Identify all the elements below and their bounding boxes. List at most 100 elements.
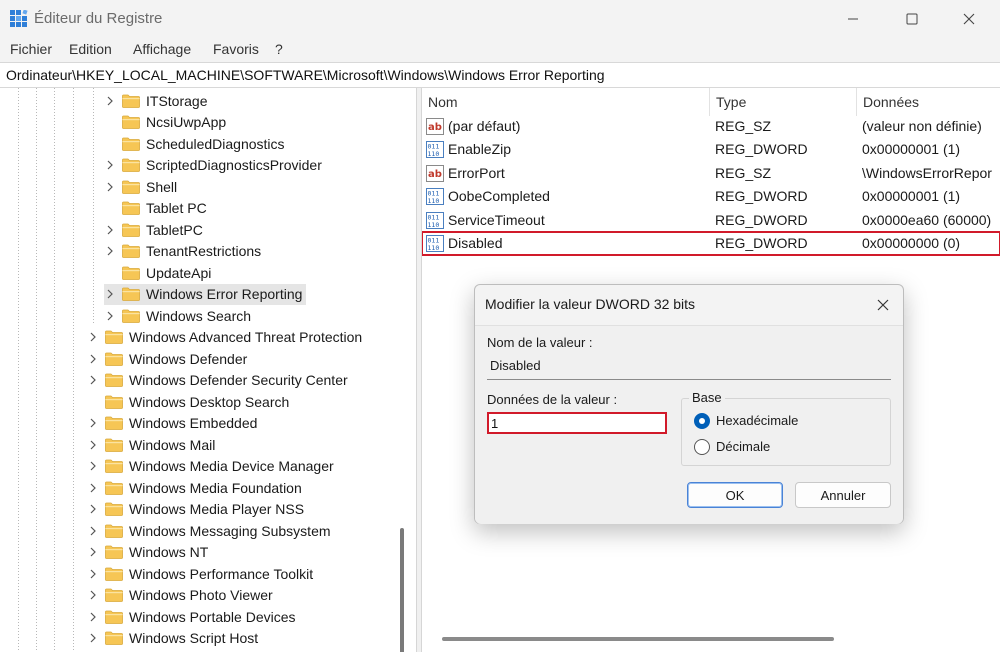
maximize-button[interactable] xyxy=(889,0,935,38)
value-row[interactable]: 011 110 EnableZip REG_DWORD 0x00000001 (1) xyxy=(422,138,1000,161)
tree-item[interactable]: Shell xyxy=(104,176,177,197)
chevron-right-icon[interactable] xyxy=(87,589,99,601)
chevron-right-icon[interactable] xyxy=(87,439,99,451)
tree-scrollbar[interactable] xyxy=(400,528,404,652)
menu-affichage[interactable]: Affichage xyxy=(133,41,191,57)
address-path[interactable]: Ordinateur\HKEY_LOCAL_MACHINE\SOFTWARE\M… xyxy=(6,67,605,83)
folder-icon xyxy=(122,94,140,108)
folder-icon xyxy=(122,137,140,151)
menu-favoris[interactable]: Favoris xyxy=(213,41,259,57)
chevron-right-icon[interactable] xyxy=(104,95,116,107)
tree-item[interactable]: Windows Mail xyxy=(87,434,215,455)
menu-help[interactable]: ? xyxy=(275,41,283,57)
menu-fichier[interactable]: Fichier xyxy=(10,41,52,57)
address-bar[interactable]: Ordinateur\HKEY_LOCAL_MACHINE\SOFTWARE\M… xyxy=(0,62,1000,88)
chevron-right-icon[interactable] xyxy=(104,288,116,300)
tree-item[interactable]: ITStorage xyxy=(104,90,207,111)
folder-icon xyxy=(122,158,140,172)
chevron-right-icon[interactable] xyxy=(104,159,116,171)
tree-item[interactable]: Windows Embedded xyxy=(87,413,257,434)
chevron-right-icon[interactable] xyxy=(87,568,99,580)
tree-item-label: Windows Photo Viewer xyxy=(129,587,273,603)
column-header-data[interactable]: Données xyxy=(857,88,1000,116)
value-row[interactable]: 011 110 OobeCompleted REG_DWORD 0x00000001 (… xyxy=(422,185,1000,208)
tree-item[interactable]: Windows NT xyxy=(87,542,208,563)
value-row[interactable]: ab ErrorPort REG_SZ \WindowsErrorRepor xyxy=(422,162,1000,185)
chevron-right-icon[interactable] xyxy=(87,482,99,494)
tree-item[interactable]: Windows Script Host xyxy=(87,628,258,649)
radio-decimal-label[interactable]: Décimale xyxy=(716,439,770,454)
chevron-right-icon[interactable] xyxy=(87,353,99,365)
value-row[interactable]: 011 110 ServiceTimeout REG_DWORD 0x0000ea60 … xyxy=(422,209,1000,232)
value-name: OobeCompleted xyxy=(448,188,550,205)
tree-item[interactable]: Windows Search xyxy=(104,305,251,326)
tree-pane[interactable]: ITStorage NcsiUwpApp ScheduledDiagnostics S… xyxy=(0,88,416,652)
dialog-close-button[interactable] xyxy=(873,295,893,315)
folder-icon xyxy=(105,416,123,430)
tree-item[interactable]: Windows Photo Viewer xyxy=(87,585,273,606)
tree-item[interactable]: TenantRestrictions xyxy=(104,241,261,262)
tree-item-label: Windows Desktop Search xyxy=(129,393,290,410)
tree-item[interactable]: Windows Media Player NSS xyxy=(87,499,304,520)
minimize-button[interactable] xyxy=(830,0,876,38)
tree-item[interactable]: Windows Defender xyxy=(87,348,247,369)
tree-item[interactable]: Windows Advanced Threat Protection xyxy=(87,327,362,348)
ok-button[interactable]: OK xyxy=(687,482,783,508)
chevron-right-icon[interactable] xyxy=(87,632,99,644)
close-icon xyxy=(963,13,975,25)
tree-item[interactable]: ScheduledDiagnostics xyxy=(104,133,285,154)
tree-item[interactable]: Windows Media Device Manager xyxy=(87,456,334,477)
chevron-right-icon[interactable] xyxy=(87,611,99,623)
chevron-right-icon[interactable] xyxy=(87,417,99,429)
chevron-right-icon[interactable] xyxy=(87,546,99,558)
radio-hexadecimal[interactable] xyxy=(694,413,710,429)
chevron-right-icon[interactable] xyxy=(87,331,99,343)
value-name: (par défaut) xyxy=(448,118,521,134)
tree-item-label: ScriptedDiagnosticsProvider xyxy=(146,157,322,173)
tree-item[interactable]: Windows Messaging Subsystem xyxy=(87,520,331,541)
radio-decimal[interactable] xyxy=(694,439,710,455)
tree-item[interactable]: UpdateApi xyxy=(104,262,211,283)
value-data: \WindowsErrorRepor xyxy=(862,164,992,181)
chevron-right-icon[interactable] xyxy=(87,374,99,386)
value-row[interactable]: 011 110 Disabled REG_DWORD 0x00000000 (0) xyxy=(422,231,1000,256)
chevron-right-icon[interactable] xyxy=(104,181,116,193)
tree-item[interactable]: Windows Performance Toolkit xyxy=(87,563,313,584)
column-header-name[interactable]: Nom xyxy=(422,88,710,116)
chevron-right-icon[interactable] xyxy=(104,310,116,322)
column-header-type[interactable]: Type xyxy=(710,88,857,116)
value-row[interactable]: ab (par défaut) REG_SZ (valeur non définie) xyxy=(422,115,1000,138)
tree-item-label: Windows Performance Toolkit xyxy=(129,565,314,582)
tree-item[interactable]: Windows Defender Security Center xyxy=(87,370,348,391)
tree-item-label: Windows Messaging Subsystem xyxy=(129,522,331,539)
tree-item[interactable]: Windows Portable Devices xyxy=(87,606,296,627)
tree-item[interactable]: NcsiUwpApp xyxy=(104,112,226,133)
chevron-right-icon[interactable] xyxy=(87,525,99,537)
value-data: 0x00000001 (1) xyxy=(862,188,961,205)
chevron-right-icon[interactable] xyxy=(87,503,99,515)
folder-icon xyxy=(105,330,123,344)
value-data: (valeur non définie) xyxy=(862,118,982,134)
close-button[interactable] xyxy=(946,0,992,38)
list-horizontal-scrollbar[interactable] xyxy=(442,637,834,641)
tree-item[interactable]: Windows Error Reporting xyxy=(104,283,307,305)
tree-item[interactable]: Tablet PC xyxy=(104,198,207,219)
radio-hexadecimal-label[interactable]: Hexadécimale xyxy=(716,413,798,428)
value-name-field: Disabled xyxy=(487,354,891,380)
tree-item[interactable]: Windows Desktop Search xyxy=(87,391,289,412)
chevron-right-icon[interactable] xyxy=(104,245,116,257)
value-data-input[interactable] xyxy=(487,412,667,434)
menu-edition[interactable]: Edition xyxy=(69,41,112,57)
chevron-right-icon[interactable] xyxy=(87,460,99,472)
tree-item[interactable]: ScriptedDiagnosticsProvider xyxy=(104,155,322,176)
tree-item[interactable]: TabletPC xyxy=(104,219,203,240)
folder-icon xyxy=(105,438,123,452)
folder-icon xyxy=(105,631,123,645)
tree-item-label: ScheduledDiagnostics xyxy=(146,135,285,152)
chevron-right-icon[interactable] xyxy=(104,224,116,236)
dword-value-icon: 011110 xyxy=(426,235,444,252)
tree-item[interactable]: Windows Media Foundation xyxy=(87,477,302,498)
cancel-button[interactable]: Annuler xyxy=(795,482,891,508)
tree-item-label: Windows Embedded xyxy=(129,415,258,431)
value-name: ErrorPort xyxy=(448,164,505,181)
